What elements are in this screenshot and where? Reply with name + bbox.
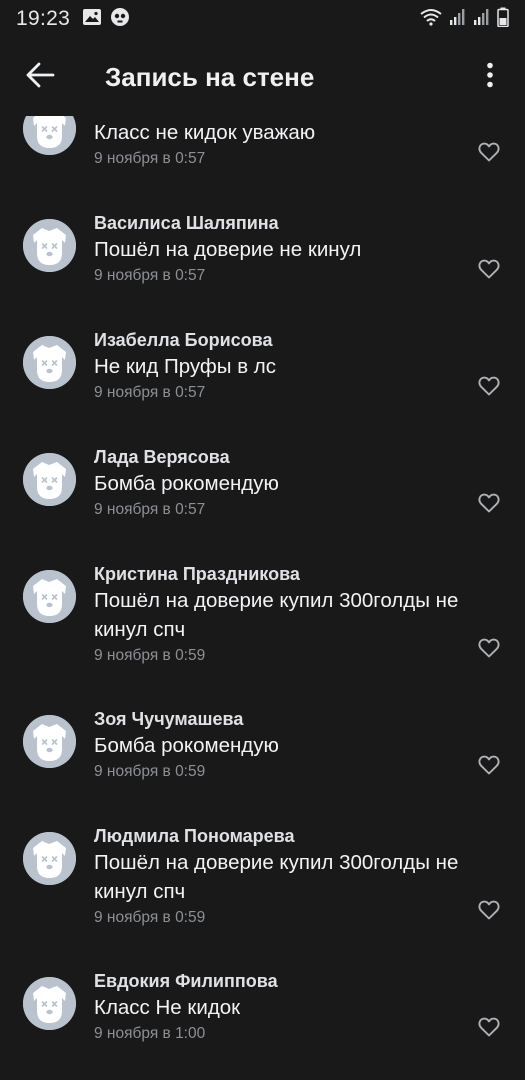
- comment-date: 9 ноября в 0:57: [94, 267, 206, 284]
- back-button[interactable]: [0, 38, 80, 116]
- deactivated-dog-icon: [23, 336, 76, 389]
- heart-icon: [478, 493, 500, 513]
- avatar[interactable]: [23, 336, 76, 389]
- signal-icon: [473, 8, 491, 31]
- status-time: 19:23: [16, 7, 71, 30]
- heart-icon: [478, 1017, 500, 1037]
- avatar[interactable]: [23, 832, 76, 885]
- like-button[interactable]: [477, 375, 501, 397]
- like-button[interactable]: [477, 258, 501, 280]
- deactivated-dog-icon: [23, 453, 76, 506]
- comment-body: Изабелла Борисова Не кид Пруфы в лс 9 но…: [94, 328, 474, 445]
- status-left-icons: [82, 7, 130, 32]
- comment-date: 9 ноября в 0:59: [94, 763, 206, 780]
- deactivated-dog-icon: [23, 570, 76, 623]
- heart-icon: [478, 142, 500, 162]
- heart-icon: [478, 755, 500, 775]
- comment-text: Бомба рокомендую: [94, 472, 279, 495]
- battery-icon: [497, 7, 509, 32]
- heart-icon: [478, 900, 500, 920]
- comment-item[interactable]: Лада Верясова Бомба рокомендую 9 ноября …: [0, 445, 525, 562]
- comment-text: Класс Не кидок: [94, 996, 241, 1019]
- comment-item[interactable]: Изабелла Борисова Не кид Пруфы в лс 9 но…: [0, 328, 525, 445]
- comment-body: Евдокия Филиппова Класс Не кидок 9 ноябр…: [94, 969, 474, 1080]
- like-button[interactable]: [477, 754, 501, 776]
- like-button[interactable]: [477, 492, 501, 514]
- comment-author[interactable]: Людмила Пономарева: [94, 824, 474, 848]
- comment-text: Пошёл на доверие не кинул: [94, 238, 362, 261]
- more-options-button[interactable]: [455, 38, 525, 116]
- wifi-icon: [419, 8, 443, 31]
- like-button[interactable]: [477, 141, 501, 163]
- comment-date: 9 ноября в 0:59: [94, 909, 206, 926]
- deactivated-dog-icon: [23, 219, 76, 272]
- avatar[interactable]: [23, 453, 76, 506]
- comment-item[interactable]: Эмилия Янова Класс не кидок уважаю 9 ноя…: [0, 116, 525, 211]
- heart-icon: [478, 259, 500, 279]
- deactivated-dog-icon: [23, 832, 76, 885]
- avatar[interactable]: [23, 715, 76, 768]
- image-icon: [82, 8, 102, 31]
- app-header: Запись на стене: [0, 38, 525, 116]
- status-right-icons: [419, 7, 509, 32]
- comment-author[interactable]: Лада Верясова: [94, 445, 474, 469]
- deactivated-dog-icon: [23, 715, 76, 768]
- skull-icon: [110, 7, 130, 32]
- deactivated-dog-icon: [23, 116, 76, 155]
- status-bar: 19:23: [0, 0, 525, 38]
- comment-date: 9 ноября в 0:57: [94, 384, 206, 401]
- comment-text: Пошёл на доверие купил 300голды не кинул…: [94, 589, 459, 641]
- screen: 19:23 Запись на стене Класс не кидок ува…: [0, 0, 525, 1080]
- like-button[interactable]: [477, 1016, 501, 1038]
- avatar[interactable]: [23, 116, 76, 155]
- comment-text: Класс не кидок уважаю: [94, 121, 316, 144]
- deactivated-dog-icon: [23, 977, 76, 1030]
- comment-item[interactable]: Людмила Пономарева Пошёл на доверие купи…: [0, 824, 525, 969]
- comment-item[interactable]: Василиса Шаляпина Пошёл на доверие не ки…: [0, 211, 525, 328]
- more-vertical-icon: [486, 62, 494, 93]
- comments-list[interactable]: Эмилия Янова Класс не кидок уважаю 9 ноя…: [0, 116, 525, 1080]
- comment-author[interactable]: Зоя Чучумашева: [94, 707, 474, 731]
- comment-body: Зоя Чучумашева Бомба рокомендую 9 ноября…: [94, 707, 474, 824]
- comment-body: Лада Верясова Бомба рокомендую 9 ноября …: [94, 445, 474, 562]
- comments-scroll: Эмилия Янова Класс не кидок уважаю 9 ноя…: [0, 116, 525, 1080]
- comment-body: Людмила Пономарева Пошёл на доверие купи…: [94, 824, 474, 969]
- avatar[interactable]: [23, 219, 76, 272]
- comment-body: Василиса Шаляпина Пошёл на доверие не ки…: [94, 211, 474, 328]
- heart-icon: [478, 376, 500, 396]
- comment-date: 9 ноября в 0:57: [94, 501, 206, 518]
- arrow-left-icon: [25, 62, 55, 93]
- comment-body: Кристина Праздникова Пошёл на доверие ку…: [94, 562, 474, 707]
- comment-author[interactable]: Василиса Шаляпина: [94, 211, 474, 235]
- signal-icon: [449, 8, 467, 31]
- like-button[interactable]: [477, 899, 501, 921]
- heart-icon: [478, 638, 500, 658]
- page-title: Запись на стене: [105, 61, 315, 92]
- comment-author[interactable]: Кристина Праздникова: [94, 562, 474, 586]
- like-button[interactable]: [477, 637, 501, 659]
- avatar[interactable]: [23, 570, 76, 623]
- avatar[interactable]: [23, 977, 76, 1030]
- comment-item[interactable]: Зоя Чучумашева Бомба рокомендую 9 ноября…: [0, 707, 525, 824]
- comment-body: Эмилия Янова Класс не кидок уважаю 9 ноя…: [94, 116, 474, 211]
- comment-text: Пошёл на доверие купил 300голды не кинул…: [94, 851, 459, 903]
- comment-text: Бомба рокомендую: [94, 734, 279, 757]
- comment-item[interactable]: Кристина Праздникова Пошёл на доверие ку…: [0, 562, 525, 707]
- comment-author[interactable]: Изабелла Борисова: [94, 328, 474, 352]
- comment-author[interactable]: Евдокия Филиппова: [94, 969, 474, 993]
- comment-date: 9 ноября в 0:59: [94, 647, 206, 664]
- comment-date: 9 ноября в 1:00: [94, 1025, 206, 1042]
- comment-text: Не кид Пруфы в лс: [94, 355, 276, 378]
- comment-date: 9 ноября в 0:57: [94, 150, 206, 167]
- comment-item[interactable]: Евдокия Филиппова Класс Не кидок 9 ноябр…: [0, 969, 525, 1080]
